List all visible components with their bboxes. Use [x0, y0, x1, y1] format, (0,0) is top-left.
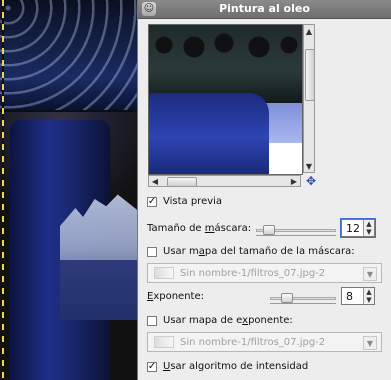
image-icon [154, 267, 174, 279]
intensity-checkbox[interactable]: ✓ [147, 361, 157, 372]
mask-size-value[interactable]: 12 [346, 222, 360, 235]
exponent-map-checkbox-label: Usar mapa de exponente: [163, 315, 293, 326]
exponent-label: Exponente: [147, 291, 204, 302]
exponent-spin-buttons[interactable]: ▲ ▼ [363, 288, 374, 304]
mask-map-toggle-row[interactable]: Usar mapa del tamaño de la máscara: [147, 246, 382, 257]
preview-horizontal-scrollbar[interactable]: ◀ ▶ [148, 175, 301, 187]
canvas-bridge-rivets [0, 0, 137, 112]
spin-up-icon[interactable]: ▲ [364, 288, 374, 296]
mask-size-label: Tamaño de máscara: [147, 223, 252, 234]
move-icon[interactable]: ✥ [305, 174, 317, 188]
intensity-toggle-row[interactable]: ✓ Usar algoritmo de intensidad [147, 361, 382, 372]
exponent-map-toggle-row[interactable]: Usar mapa de exponente: [147, 315, 382, 326]
horizontal-scroll-thumb[interactable] [167, 177, 197, 187]
exponent-map-checkbox[interactable] [147, 315, 157, 326]
spin-down-icon[interactable]: ▼ [364, 296, 374, 304]
exponent-spinbutton[interactable]: 8 ▲ ▼ [341, 287, 375, 305]
scroll-left-icon[interactable]: ◀ [149, 176, 161, 186]
scroll-right-icon[interactable]: ▶ [288, 176, 300, 186]
scroll-up-icon[interactable]: ▲ [304, 25, 314, 37]
exponent-slider-knob[interactable] [281, 293, 293, 303]
spin-down-icon[interactable]: ▼ [364, 228, 374, 236]
mask-map-combo-value: Sin nombre-1/filtros_07.jpg-2 [180, 267, 326, 279]
chevron-down-icon[interactable]: ▼ [363, 336, 377, 350]
exponent-value[interactable]: 8 [346, 290, 353, 303]
mask-map-checkbox[interactable] [147, 246, 157, 257]
preview-area: ▲ ▼ ◀ ▶ ✥ [148, 24, 317, 188]
dialog-titlebar[interactable]: ☺ Pintura al oleo [138, 0, 391, 19]
mask-size-slider[interactable] [256, 225, 336, 236]
intensity-checkbox-label: Usar algoritmo de intensidad [163, 361, 309, 372]
image-icon [154, 336, 174, 348]
selection-marching-ants [2, 0, 4, 380]
gimp-icon: ☺ [142, 2, 156, 16]
preview-stone [149, 93, 269, 174]
exponent-map-combo[interactable]: Sin nombre-1/filtros_07.jpg-2 ▼ [147, 332, 382, 352]
canvas-water [60, 260, 137, 320]
chevron-down-icon[interactable]: ▼ [363, 267, 377, 281]
exponent-map-combo-value: Sin nombre-1/filtros_07.jpg-2 [180, 336, 326, 348]
oil-painting-dialog: ☺ Pintura al oleo ▲ ▼ ◀ ▶ ✥ ✓ Vista prev… [137, 0, 391, 380]
preview-toggle-row[interactable]: ✓ Vista previa [147, 196, 382, 207]
exponent-slider[interactable] [270, 293, 336, 304]
preview-vertical-scrollbar[interactable]: ▲ ▼ [303, 24, 315, 173]
mask-map-checkbox-label: Usar mapa del tamaño de la máscara: [163, 246, 355, 257]
mask-map-combo[interactable]: Sin nombre-1/filtros_07.jpg-2 ▼ [147, 263, 382, 283]
mask-size-spinbutton[interactable]: 12 ▲ ▼ [340, 218, 376, 238]
mask-size-slider-knob[interactable] [263, 225, 275, 235]
exponent-slider-track [270, 297, 336, 300]
preview-checkbox[interactable]: ✓ [147, 196, 157, 207]
scroll-down-icon[interactable]: ▼ [304, 160, 314, 172]
preview-image[interactable] [148, 24, 303, 175]
dialog-title: Pintura al oleo [219, 2, 310, 15]
preview-checkbox-label: Vista previa [163, 196, 223, 207]
image-canvas-background [0, 0, 137, 380]
vertical-scroll-thumb[interactable] [305, 49, 315, 101]
mask-size-spin-buttons[interactable]: ▲ ▼ [363, 220, 374, 236]
spin-up-icon[interactable]: ▲ [364, 220, 374, 228]
